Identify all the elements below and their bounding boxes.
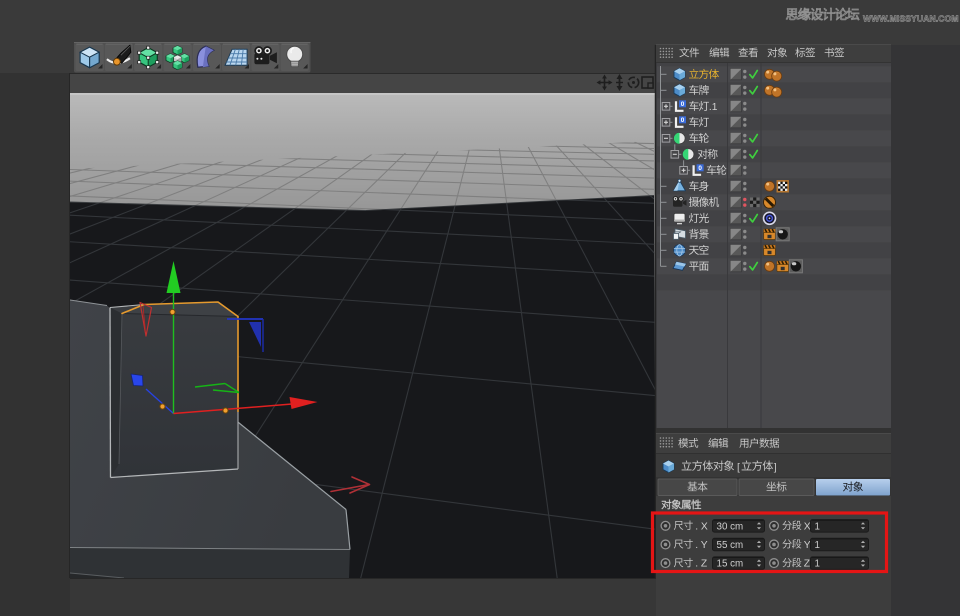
svg-text:1: 1 [815, 540, 820, 551]
svg-text:Z: Z [804, 559, 810, 570]
svg-text:0: 0 [681, 117, 685, 124]
svg-text:30 cm: 30 cm [717, 521, 744, 532]
svg-text:. X: . X [695, 521, 708, 532]
svg-text:. Z: . Z [695, 559, 707, 570]
svg-text:1: 1 [815, 521, 820, 532]
svg-text:1: 1 [815, 559, 820, 570]
svg-text:X: X [804, 521, 811, 532]
svg-text:. Y: . Y [695, 540, 708, 551]
svg-text:WWW.MISSYUAN.COM: WWW.MISSYUAN.COM [863, 14, 959, 24]
svg-text:Y: Y [804, 540, 811, 551]
svg-text:[: [ [737, 462, 740, 474]
svg-text:55 cm: 55 cm [717, 540, 744, 551]
svg-text:15 cm: 15 cm [717, 559, 744, 570]
svg-text:0: 0 [698, 165, 702, 172]
svg-text:]: ] [774, 462, 777, 474]
svg-text:0: 0 [681, 101, 685, 108]
svg-text:.1: .1 [709, 102, 718, 113]
